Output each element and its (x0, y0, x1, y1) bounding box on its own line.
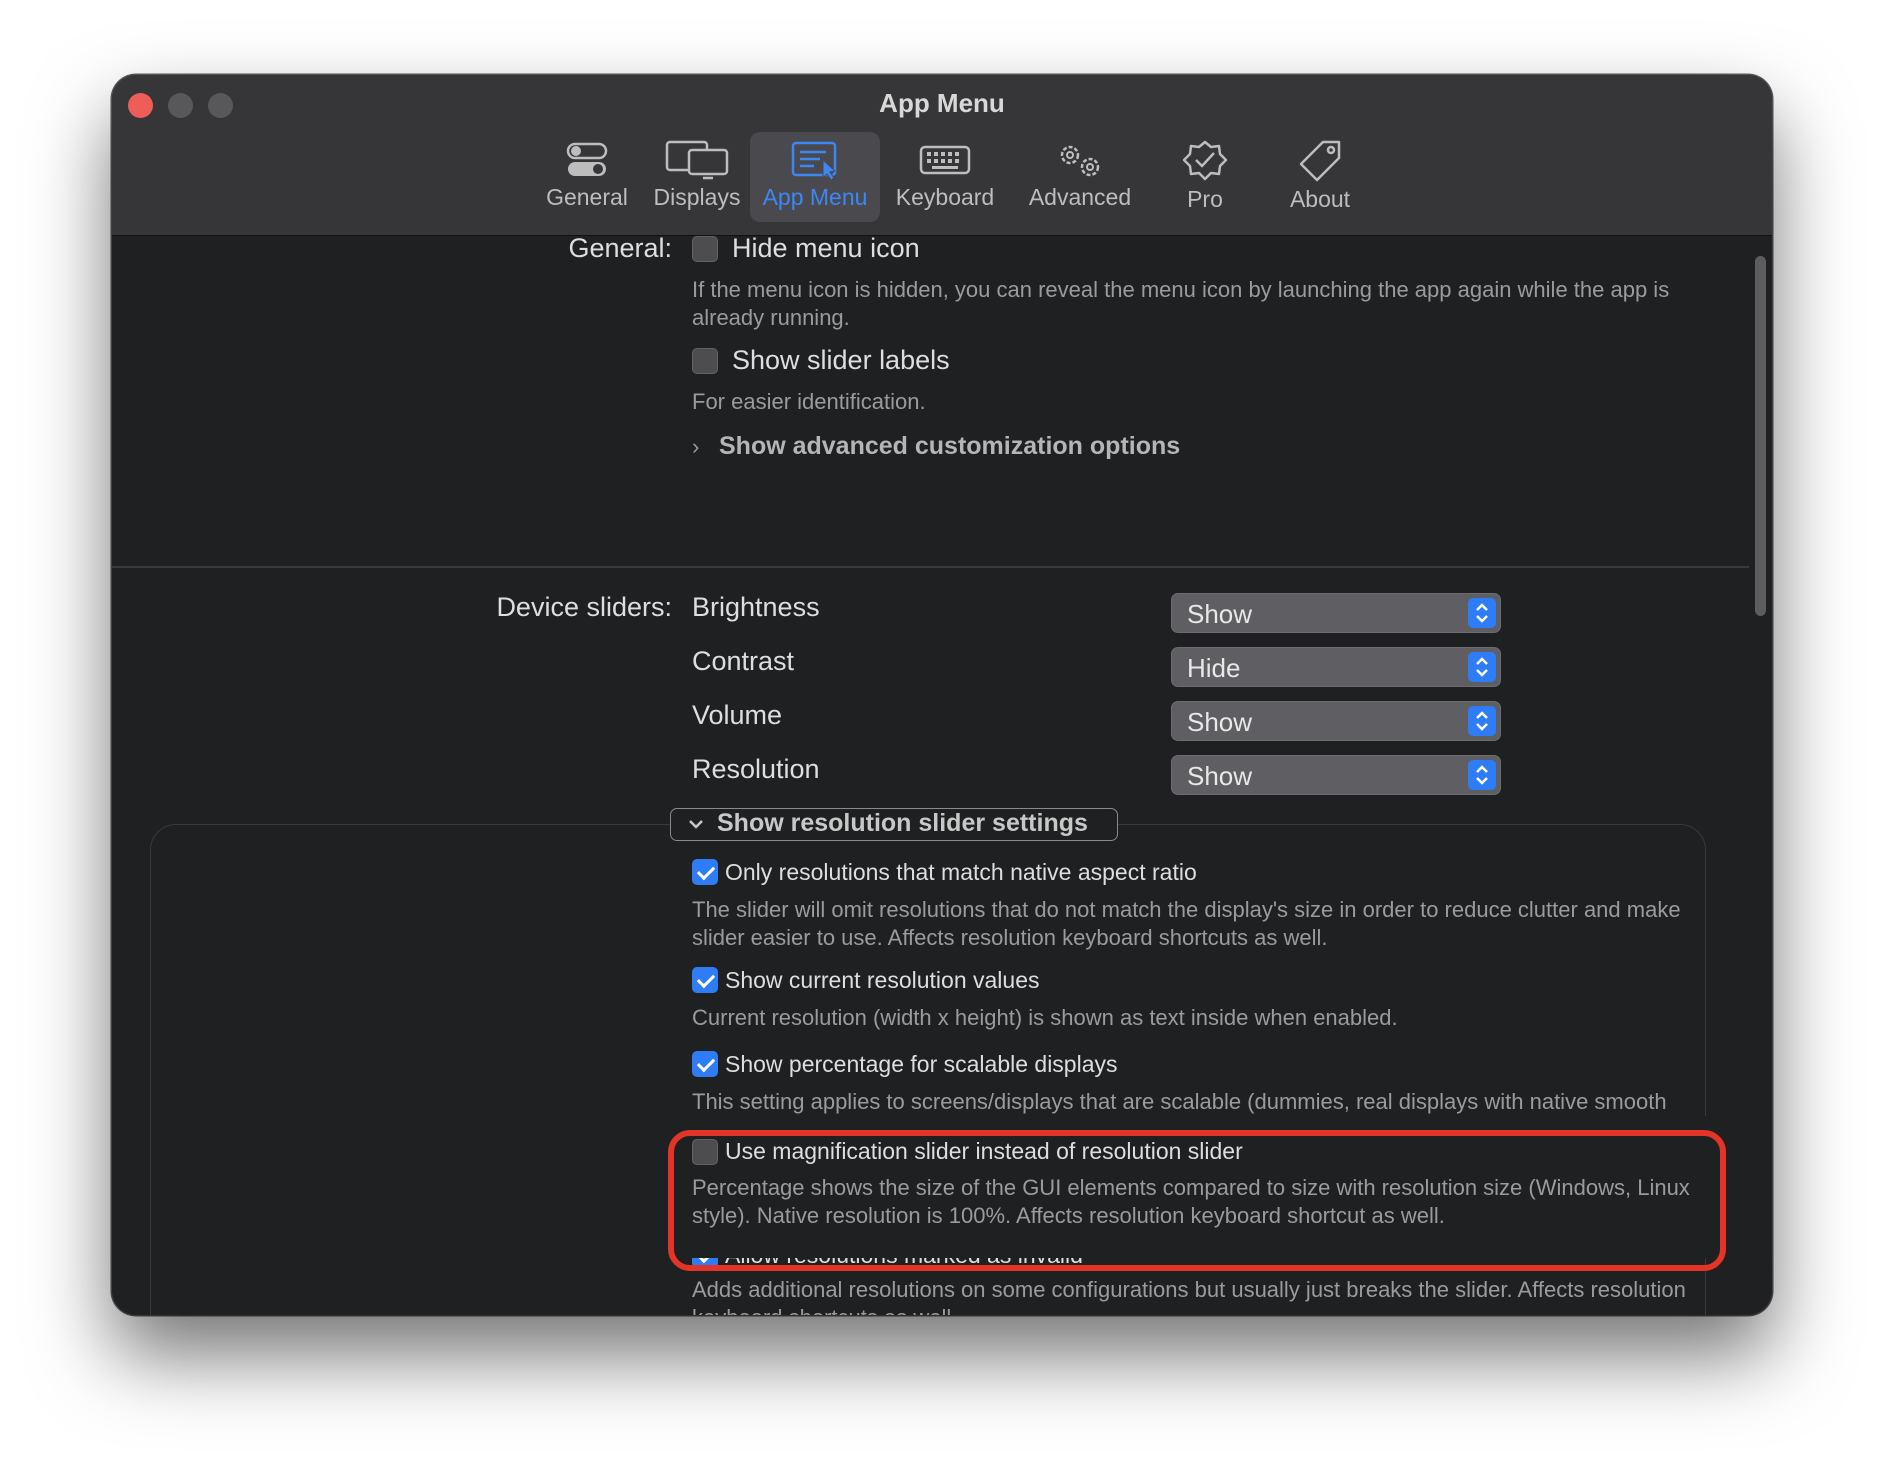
tag-icon (1299, 140, 1341, 182)
device-sliders-section-label: Device sliders: (496, 592, 672, 622)
titlebar: App Menu General Displays App Menu Keybo… (112, 75, 1772, 236)
brightness-select-value: Show (1187, 599, 1253, 629)
show-percentage-label: Show percentage for scalable displays (725, 1051, 1118, 1077)
tab-about-label: About (1289, 186, 1351, 212)
show-percentage-checkbox[interactable] (692, 1051, 718, 1077)
chevron-down-icon (687, 815, 705, 838)
hide-menu-icon-label: Hide menu icon (732, 236, 920, 263)
resolution-visibility-select[interactable]: Show (1171, 755, 1501, 795)
tab-advanced[interactable]: Advanced (1010, 132, 1150, 222)
toolbar-tabs: General Displays App Menu Keyboard Advan… (112, 132, 1772, 222)
gears-icon (1060, 145, 1100, 177)
show-resolution-values-description: Current resolution (width x height) is s… (692, 1005, 1398, 1030)
show-slider-labels-description: For easier identification. (692, 389, 926, 414)
preferences-window: App Menu General Displays App Menu Keybo… (112, 75, 1772, 1315)
show-slider-labels-checkbox[interactable] (692, 348, 718, 374)
contrast-select-value: Hide (1187, 653, 1241, 683)
brightness-visibility-select[interactable]: Show (1171, 593, 1501, 633)
settings-content: General: Hide menu icon If the menu icon… (112, 236, 1772, 1315)
resolution-select-value: Show (1187, 761, 1253, 791)
native-aspect-ratio-checkbox[interactable] (692, 859, 718, 885)
up-down-chevron-icon (1468, 760, 1496, 790)
window-title: App Menu (879, 88, 1005, 118)
tab-app-menu-label: App Menu (762, 184, 868, 210)
tab-general[interactable]: General (532, 132, 642, 222)
volume-select-value: Show (1187, 707, 1253, 737)
advanced-options-disclosure[interactable]: › Show advanced customization options (692, 432, 1252, 464)
tab-general-label: General (546, 184, 628, 210)
show-resolution-values-checkbox[interactable] (692, 967, 718, 993)
highlight-annotation-box (668, 1130, 1726, 1271)
tab-keyboard-label: Keyboard (895, 184, 995, 210)
show-resolution-values-label: Show current resolution values (725, 967, 1040, 993)
advanced-options-label: Show advanced customization options (719, 432, 1181, 460)
keyboard-icon (919, 145, 971, 175)
tab-app-menu[interactable]: App Menu (750, 132, 880, 222)
up-down-chevron-icon (1468, 652, 1496, 682)
tab-keyboard[interactable]: Keyboard (880, 132, 1010, 222)
volume-label: Volume (692, 700, 783, 730)
hide-menu-icon-checkbox[interactable] (692, 236, 718, 262)
allow-invalid-resolutions-description: Adds additional resolutions on some conf… (692, 1277, 1686, 1315)
chevron-right-icon: › (692, 434, 700, 459)
tab-about[interactable]: About (1260, 132, 1380, 222)
contrast-visibility-select[interactable]: Hide (1171, 647, 1501, 687)
native-aspect-ratio-label: Only resolutions that match native aspec… (725, 859, 1197, 885)
app-menu-icon (791, 141, 837, 180)
tab-pro[interactable]: Pro (1150, 132, 1260, 222)
brightness-label: Brightness (692, 592, 820, 622)
displays-icon (665, 140, 729, 180)
tab-displays-label: Displays (653, 184, 741, 210)
tab-displays[interactable]: Displays (642, 132, 752, 222)
up-down-chevron-icon (1468, 598, 1496, 628)
show-slider-labels-label: Show slider labels (732, 345, 950, 375)
tab-pro-label: Pro (1187, 186, 1223, 212)
hide-menu-icon-description: If the menu icon is hidden, you can reve… (692, 277, 1670, 330)
resolution-settings-disclosure-label: Show resolution slider settings (717, 809, 1088, 837)
native-aspect-ratio-description: The slider will omit resolutions that do… (692, 897, 1681, 950)
screenshot-stage: App Menu General Displays App Menu Keybo… (0, 0, 1884, 1464)
checkmark-seal-icon (1182, 140, 1228, 181)
up-down-chevron-icon (1468, 706, 1496, 736)
tab-advanced-label: Advanced (1028, 184, 1132, 210)
vertical-scrollbar[interactable] (1755, 256, 1766, 616)
contrast-label: Contrast (692, 646, 795, 676)
general-section-label: General: (568, 236, 672, 263)
resolution-settings-disclosure[interactable]: Show resolution slider settings (670, 808, 1118, 841)
volume-visibility-select[interactable]: Show (1171, 701, 1501, 741)
toggles-icon (566, 142, 608, 176)
resolution-label: Resolution (692, 754, 820, 784)
section-divider (112, 566, 1749, 568)
